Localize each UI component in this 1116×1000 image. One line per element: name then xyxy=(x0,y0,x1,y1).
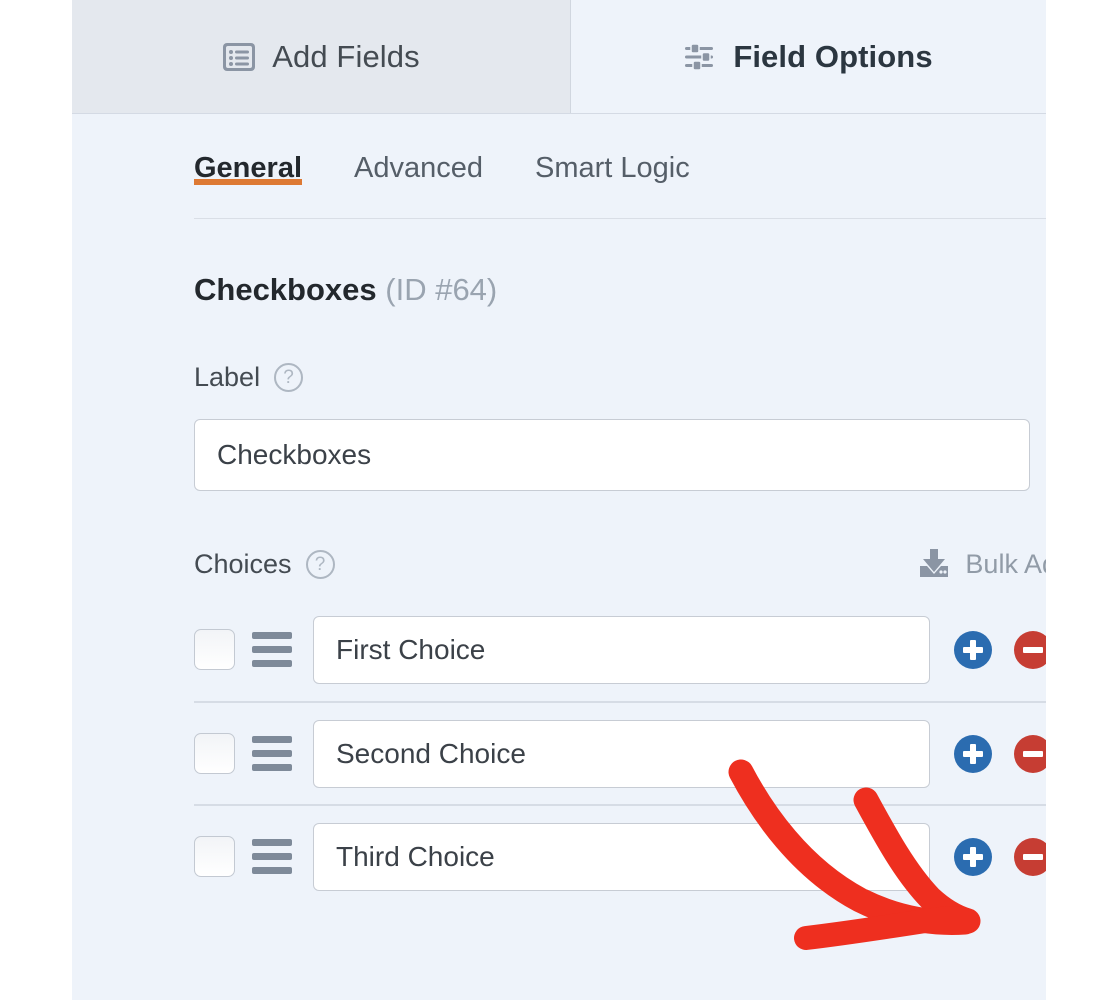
drag-handle-icon[interactable] xyxy=(252,632,292,667)
bulk-add-button[interactable]: Bulk Add xyxy=(917,548,1046,580)
choice-row xyxy=(194,598,1046,701)
bulk-add-label: Bulk Add xyxy=(965,548,1046,579)
choice-input[interactable] xyxy=(313,615,930,684)
tab-field-options-label: Field Options xyxy=(733,38,933,74)
help-icon[interactable]: ? xyxy=(305,549,335,579)
field-title: Checkboxes (ID #64) xyxy=(194,272,1046,308)
tab-add-fields[interactable]: Add Fields xyxy=(72,0,571,113)
choice-row xyxy=(194,701,1046,804)
label-option-header: Label ? xyxy=(194,362,1046,393)
sub-tab-general-label: General xyxy=(194,152,302,184)
download-icon xyxy=(917,548,951,580)
choice-checkbox[interactable] xyxy=(194,733,235,774)
tab-add-fields-label: Add Fields xyxy=(272,38,420,74)
sliders-icon xyxy=(683,42,717,72)
remove-choice-button[interactable] xyxy=(1014,734,1046,773)
choice-input[interactable] xyxy=(313,822,930,891)
drag-handle-icon[interactable] xyxy=(252,839,292,874)
field-title-name: Checkboxes xyxy=(194,272,377,307)
choices-option-group: Choices ? Bulk Add xyxy=(194,548,1046,907)
sub-tab-smart-logic-label: Smart Logic xyxy=(535,152,690,184)
choices-option-title: Choices xyxy=(194,548,292,579)
drag-handle-icon[interactable] xyxy=(252,736,292,771)
field-options-panel: Add Fields Field Options General Advance… xyxy=(72,0,1046,1000)
form-list-icon xyxy=(222,42,256,72)
choice-checkbox[interactable] xyxy=(194,836,235,877)
choice-row xyxy=(194,804,1046,907)
sub-tab-smart-logic[interactable]: Smart Logic xyxy=(535,114,690,185)
field-options-sub-tabs: General Advanced Smart Logic xyxy=(194,114,1046,219)
remove-choice-button[interactable] xyxy=(1014,837,1046,876)
sub-tab-advanced-label: Advanced xyxy=(354,152,483,184)
panel-tab-bar: Add Fields Field Options xyxy=(72,0,1046,114)
label-option-title: Label xyxy=(194,362,261,392)
add-choice-button[interactable] xyxy=(954,734,992,773)
tab-field-options[interactable]: Field Options xyxy=(571,0,1045,113)
sub-tab-advanced[interactable]: Advanced xyxy=(354,114,483,185)
field-options-body: Checkboxes (ID #64) Label ? Choices ? xyxy=(72,272,1046,907)
add-choice-button[interactable] xyxy=(954,837,992,876)
choices-label-wrap: Choices ? xyxy=(194,549,335,580)
choices-list xyxy=(194,598,1046,907)
add-choice-button[interactable] xyxy=(954,630,992,669)
choices-option-header: Choices ? Bulk Add xyxy=(194,548,1046,580)
field-id: (ID #64) xyxy=(385,272,498,307)
remove-choice-button[interactable] xyxy=(1014,630,1046,669)
label-option-group: Label ? xyxy=(194,362,1046,491)
choice-input[interactable] xyxy=(313,719,930,788)
choice-checkbox[interactable] xyxy=(194,629,235,670)
sub-tab-general[interactable]: General xyxy=(194,114,302,185)
help-icon[interactable]: ? xyxy=(274,363,304,392)
label-input[interactable] xyxy=(194,419,1030,491)
